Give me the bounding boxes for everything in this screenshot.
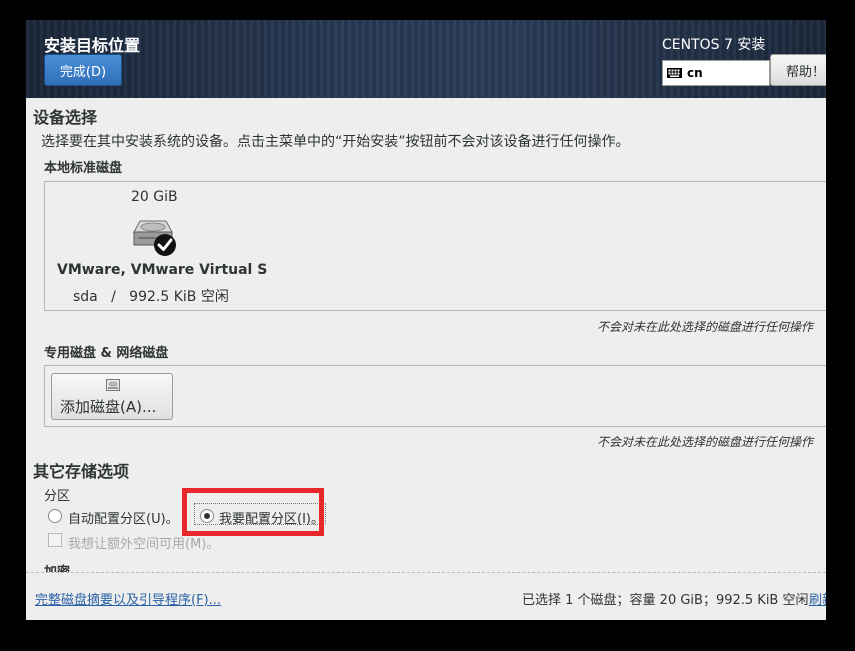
extra-space-checkbox[interactable] [48,533,62,547]
add-disk-icon [106,379,120,391]
add-disk-label: 添加磁盘(A)... [60,398,157,416]
refresh-link[interactable]: 刷新 [809,589,826,608]
done-button[interactable]: 完成(D) [44,54,122,86]
disk-info: sda / 992.5 KiB 空闲 [73,289,229,305]
special-disks-title: 专用磁盘 & 网络磁盘 [44,346,169,361]
hard-disk-selected-icon[interactable] [130,218,180,258]
local-disks-note: 不会对未在此处选择的磁盘进行任何操作 [597,320,814,334]
local-disks-title: 本地标准磁盘 [44,161,123,176]
installer-window: 安装目标位置 完成(D) CENTOS 7 安装 cn 帮助！ 设备选择 选择要… [26,20,826,620]
page-title: 安装目标位置 [44,36,141,55]
header-bar: 安装目标位置 完成(D) CENTOS 7 安装 cn 帮助！ [26,20,826,98]
other-storage-title: 其它存储选项 [33,462,130,481]
selection-status: 已选择 1 个磁盘；容量 20 GiB；992.5 KiB 空闲 [522,593,809,608]
product-title: CENTOS 7 安装 [662,37,766,53]
disk-name: VMware, VMware Virtual S [57,262,268,278]
device-selection-title: 设备选择 [33,108,98,127]
disk-size: 20 GiB [131,189,178,205]
special-disks-note: 不会对未在此处选择的磁盘进行任何操作 [597,435,814,449]
footer-divider [26,572,826,573]
highlight-box [182,488,324,536]
partition-label: 分区 [44,489,71,504]
add-disk-button[interactable]: 添加磁盘(A)... [51,373,173,420]
auto-partition-radio[interactable] [48,509,62,523]
auto-partition-label[interactable]: 自动配置分区(U)。 [68,508,179,527]
help-button[interactable]: 帮助！ [770,54,826,86]
keyboard-layout-label: cn [687,66,703,80]
device-selection-description: 选择要在其中安装系统的设备。点击主菜单中的“开始安装”按钮前不会对该设备进行任何… [41,134,630,150]
disk-summary-link[interactable]: 完整磁盘摘要以及引导程序(F)... [35,589,221,608]
keyboard-icon [667,68,682,78]
keyboard-layout-indicator[interactable]: cn [662,60,770,86]
